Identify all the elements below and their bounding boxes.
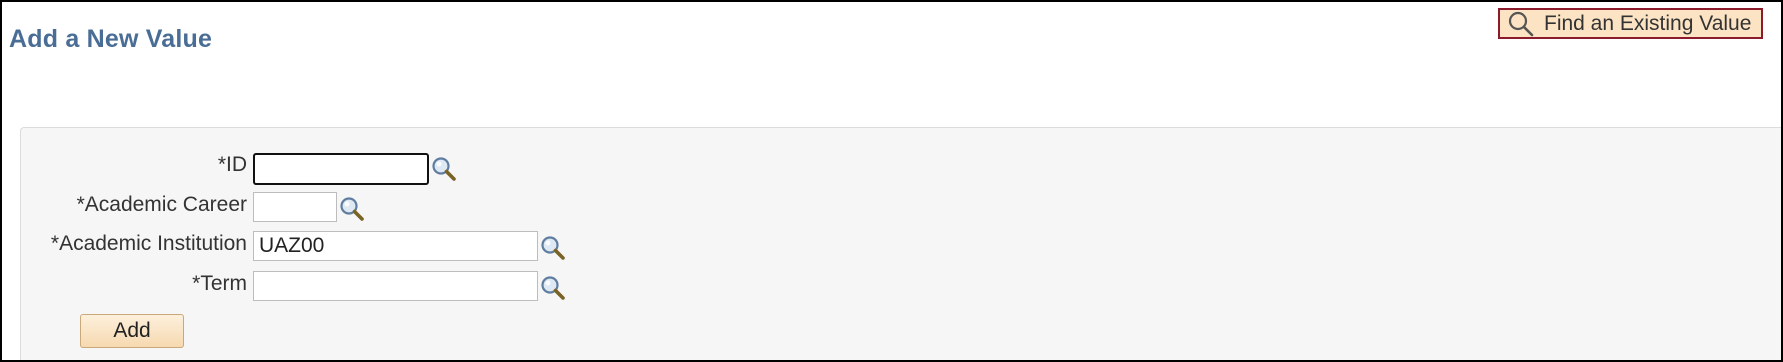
page-title: Add a New Value [9, 25, 213, 53]
term-lookup-icon[interactable] [539, 274, 567, 302]
term-label: *Term [192, 272, 247, 295]
search-icon [1506, 10, 1536, 38]
find-existing-value-label: Find an Existing Value [1544, 11, 1752, 35]
academic-institution-lookup-icon[interactable] [539, 234, 567, 262]
id-lookup-icon[interactable] [430, 155, 458, 183]
academic-career-lookup-icon[interactable] [338, 195, 366, 223]
academic-career-label: *Academic Career [76, 193, 247, 216]
id-input[interactable] [253, 153, 429, 185]
id-label: *ID [217, 153, 247, 176]
term-input[interactable] [253, 271, 538, 301]
find-existing-value-button[interactable]: Find an Existing Value [1498, 8, 1763, 39]
academic-institution-label: *Academic Institution [50, 232, 247, 255]
academic-career-input[interactable] [253, 192, 337, 222]
academic-institution-input[interactable]: UAZ00 [253, 231, 538, 261]
add-button[interactable]: Add [80, 314, 184, 348]
